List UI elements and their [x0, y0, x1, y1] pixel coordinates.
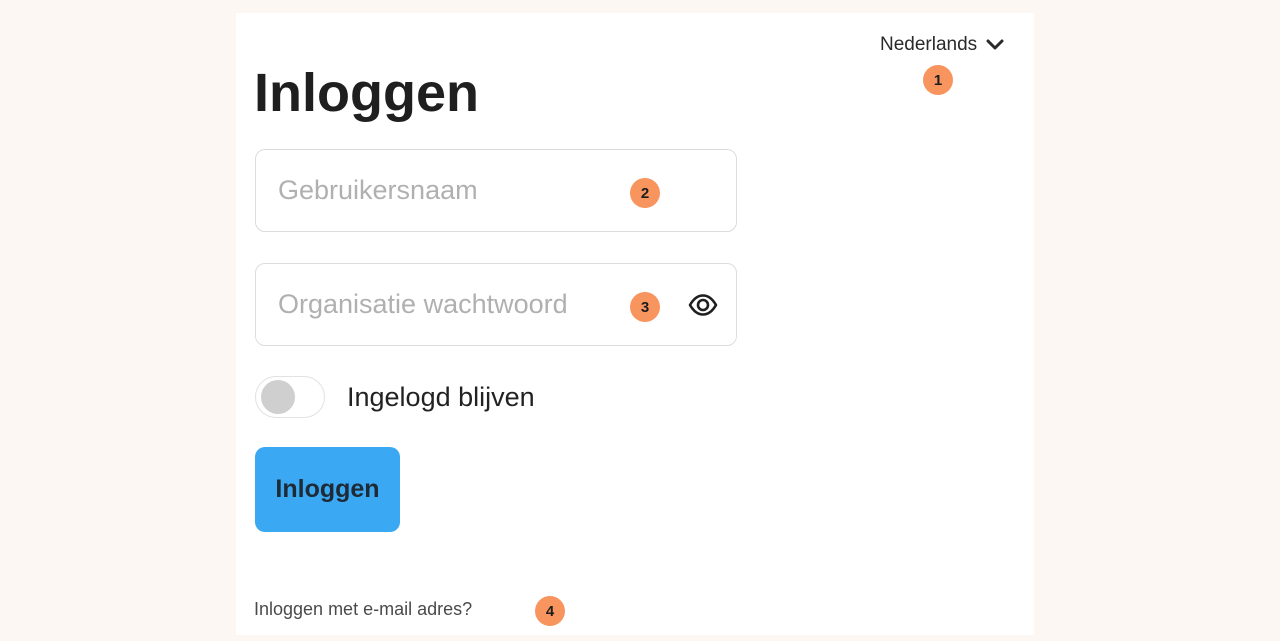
- username-field: [255, 149, 737, 232]
- email-login-link[interactable]: Inloggen met e-mail adres?: [254, 598, 472, 620]
- username-input[interactable]: [278, 150, 678, 231]
- login-button[interactable]: Inloggen: [255, 447, 400, 532]
- toggle-knob: [261, 380, 295, 414]
- password-input[interactable]: [278, 264, 678, 345]
- annotation-badge: 3: [630, 292, 660, 322]
- annotation-badge: 2: [630, 178, 660, 208]
- remember-me-toggle[interactable]: [255, 376, 325, 418]
- annotation-badge: 4: [535, 596, 565, 626]
- eye-icon[interactable]: [686, 288, 720, 322]
- language-selector-label: Nederlands: [880, 34, 978, 55]
- chevron-down-icon: [985, 35, 1005, 55]
- remember-me-label: Ingelogd blijven: [347, 382, 535, 412]
- page-title: Inloggen: [254, 63, 479, 123]
- password-field: [255, 263, 737, 346]
- language-selector[interactable]: Nederlands: [880, 32, 1005, 58]
- annotation-badge: 1: [923, 65, 953, 95]
